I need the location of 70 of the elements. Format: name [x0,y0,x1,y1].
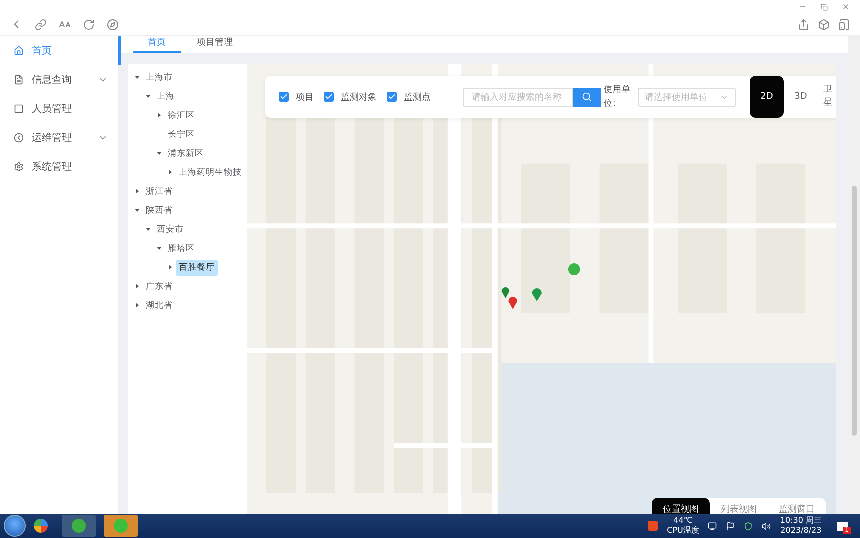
sidebar-item[interactable]: 人员管理 [0,94,121,123]
caret-icon[interactable] [135,303,140,308]
caret-icon[interactable] [135,284,140,289]
caret-icon[interactable] [168,170,173,175]
caret-icon[interactable] [135,75,140,80]
sidebar-item[interactable]: 系统管理 [0,152,121,181]
sidebar-icon [14,104,24,114]
caret-icon[interactable] [135,189,140,194]
checkbox[interactable] [324,92,334,102]
scrollbar-thumb[interactable] [852,186,856,436]
tree-item[interactable]: 上海药明生物技 [176,164,245,180]
checkbox-label: 监测点 [404,92,431,104]
tree-item[interactable]: 陕西省 [143,202,176,218]
checkbox-label: 监测对象 [341,92,377,104]
tree-item[interactable]: 西安市 [154,222,187,238]
shield-icon[interactable] [744,522,754,530]
caret-icon[interactable] [135,208,140,213]
view-tab[interactable]: 位置视图 [652,498,710,514]
clock-time: 10:30 周三 [780,516,822,526]
sidebar-icon [14,162,24,172]
tree-item[interactable]: 雁塔区 [165,240,198,256]
volume-icon[interactable] [762,522,772,530]
refresh-icon[interactable] [83,19,95,31]
tree-item[interactable]: 浙江省 [143,184,176,200]
share-icon[interactable] [798,19,810,31]
tree-item[interactable]: 长宁区 [165,126,198,142]
tree-item[interactable]: 湖北省 [143,298,176,314]
sidebar-icon [14,132,24,142]
sidebar-item[interactable]: 运维管理 [0,123,121,152]
tree-item[interactable]: 上海 [154,88,178,104]
search-icon [582,92,592,102]
map-mode-button[interactable]: 3D [784,76,818,118]
map-mode-button[interactable]: 2D [750,76,784,118]
sidebar-icon [14,46,24,56]
tree-item[interactable]: 徐汇区 [165,108,198,124]
tree-item[interactable]: 浦东新区 [165,146,207,162]
checkbox[interactable] [279,92,289,102]
start-button[interactable] [4,515,26,537]
compass-icon[interactable] [107,19,119,31]
checkbox-label: 项目 [296,92,314,104]
temperature-label: CPU温度 [667,526,700,536]
search-button[interactable] [573,88,601,106]
caret-icon[interactable] [168,265,173,270]
device-icon[interactable] [838,19,850,31]
close-icon[interactable] [842,3,850,11]
tree-item[interactable]: 广东省 [143,278,176,294]
flag-icon[interactable] [726,522,736,530]
unit-label: 使用单位: [604,84,632,111]
caret-icon[interactable] [146,227,151,232]
sidebar-icon [14,74,24,84]
restore-icon[interactable] [821,4,828,11]
caret-icon[interactable] [157,151,162,156]
tree-item[interactable]: 上海市 [143,70,176,86]
clock-date: 2023/8/23 [780,526,822,536]
view-tab[interactable]: 监测窗口 [768,498,826,514]
checkbox[interactable] [387,92,397,102]
caret-icon[interactable] [157,113,162,118]
caret-icon[interactable] [146,94,151,99]
tab[interactable]: 项目管理 [191,36,239,53]
caret-icon[interactable] [157,246,162,251]
tab[interactable]: 首页 [133,36,181,53]
sidebar-item[interactable]: 信息查询 [0,65,121,94]
map-mode-button[interactable]: 卫星 [818,76,836,118]
link-icon[interactable] [35,19,47,31]
view-tab[interactable]: 列表视图 [710,498,768,514]
taskbar-app[interactable] [62,515,96,537]
temperature-text: 44℃ [674,516,693,526]
cube-icon[interactable] [818,19,830,31]
app-icon[interactable] [34,519,48,533]
tree-item[interactable]: 百胜餐厅 [176,260,218,276]
